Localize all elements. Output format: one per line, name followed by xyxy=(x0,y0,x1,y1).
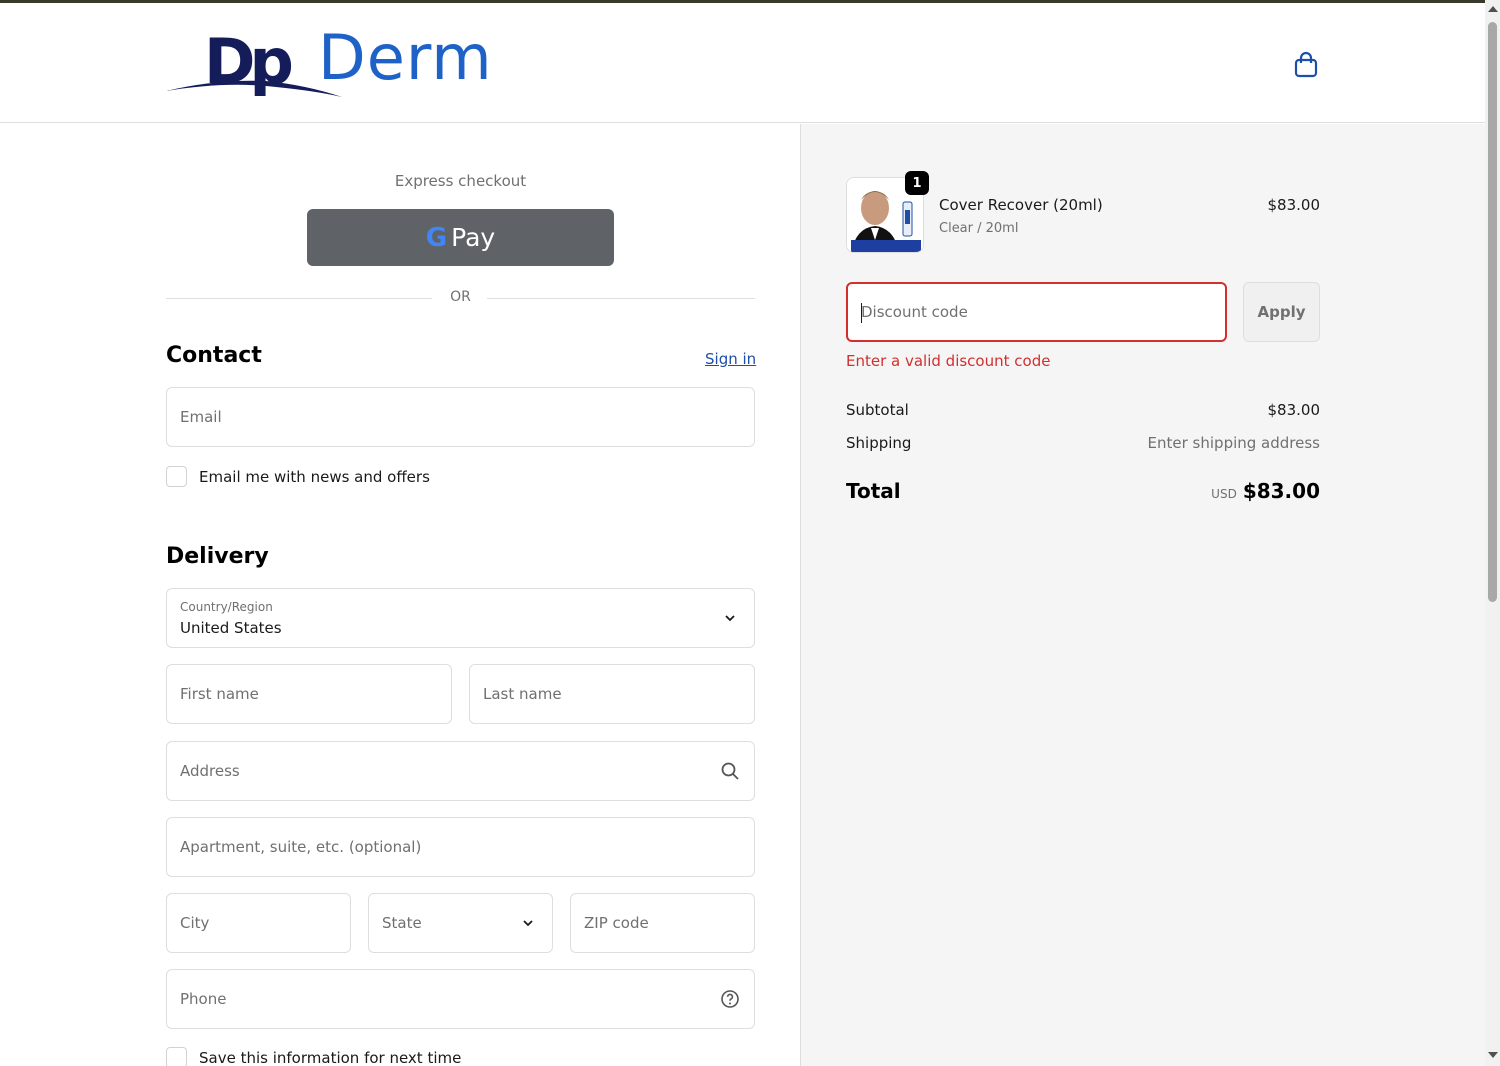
email-field[interactable]: Email xyxy=(166,387,755,447)
address-field[interactable]: Address xyxy=(166,741,755,801)
zip-field[interactable]: ZIP code xyxy=(570,893,755,953)
scroll-down-arrow-icon[interactable] xyxy=(1488,1052,1498,1058)
total-value: USD $83.00 xyxy=(1051,479,1320,503)
chevron-down-icon xyxy=(725,615,735,622)
discount-error-message: Enter a valid discount code xyxy=(846,352,1051,370)
help-circle-icon[interactable] xyxy=(720,989,740,1009)
shipping-value: Enter shipping address xyxy=(1147,434,1320,452)
separator-line-right xyxy=(487,298,755,299)
total-currency: USD xyxy=(1211,487,1237,501)
total-label: Total xyxy=(846,479,901,503)
apartment-field[interactable]: Apartment, suite, etc. (optional) xyxy=(166,817,755,877)
state-placeholder: State xyxy=(382,914,422,932)
sign-in-link[interactable]: Sign in xyxy=(705,350,756,368)
save-info-label: Save this information for next time xyxy=(199,1048,462,1066)
subtotal-value: $83.00 xyxy=(1267,401,1321,419)
product-name: Cover Recover (20ml) xyxy=(939,196,1103,214)
save-info-checkbox-row[interactable]: Save this information for next time xyxy=(166,1047,461,1066)
google-g-icon: G xyxy=(425,222,448,253)
contact-heading: Contact xyxy=(166,343,262,368)
state-select[interactable]: State xyxy=(368,893,553,953)
scrollbar-thumb[interactable] xyxy=(1488,22,1497,602)
order-summary-column: 1 Cover Recover (20ml) Clear / 20ml $83.… xyxy=(801,124,1485,1066)
shipping-label: Shipping xyxy=(846,434,912,452)
chevron-down-icon xyxy=(523,920,533,927)
apply-discount-button[interactable]: Apply xyxy=(1243,282,1320,342)
discount-code-field[interactable]: Discount code xyxy=(846,282,1227,342)
or-separator: OR xyxy=(166,289,755,309)
country-label: Country/Region xyxy=(180,600,273,614)
search-icon[interactable] xyxy=(720,761,740,781)
country-value: United States xyxy=(180,619,282,637)
logo-text: Derm xyxy=(318,21,493,94)
product-price: $83.00 xyxy=(1267,196,1321,214)
country-select[interactable]: Country/Region United States xyxy=(166,588,755,648)
subtotal-label: Subtotal xyxy=(846,401,909,419)
express-checkout-label: Express checkout xyxy=(394,172,527,190)
first-name-field[interactable]: First name xyxy=(166,664,452,724)
newsletter-label: Email me with news and offers xyxy=(199,467,430,486)
newsletter-checkbox[interactable] xyxy=(166,466,187,487)
quantity-badge: 1 xyxy=(905,171,929,195)
page-scrollbar[interactable] xyxy=(1485,0,1500,1066)
checkout-form-column: Express checkout G Pay OR Contact Sign i… xyxy=(0,124,801,1066)
dp-derm-logo[interactable]: Dp Derm xyxy=(166,21,526,103)
google-pay-button[interactable]: G Pay xyxy=(307,209,614,266)
total-amount: $83.00 xyxy=(1242,479,1320,503)
or-text: OR xyxy=(450,289,471,305)
save-info-checkbox[interactable] xyxy=(166,1047,187,1066)
phone-field[interactable]: Phone xyxy=(166,969,755,1029)
delivery-heading: Delivery xyxy=(166,544,269,569)
last-name-field[interactable]: Last name xyxy=(469,664,755,724)
logo-mark: Dp xyxy=(204,25,294,98)
product-variant: Clear / 20ml xyxy=(939,221,1019,236)
scroll-up-arrow-icon[interactable] xyxy=(1488,6,1498,12)
gpay-label: Pay xyxy=(451,223,496,252)
city-field[interactable]: City xyxy=(166,893,351,953)
shopping-bag-icon[interactable] xyxy=(1293,51,1319,79)
header: Dp Derm xyxy=(0,3,1485,123)
newsletter-checkbox-row[interactable]: Email me with news and offers xyxy=(166,466,430,487)
